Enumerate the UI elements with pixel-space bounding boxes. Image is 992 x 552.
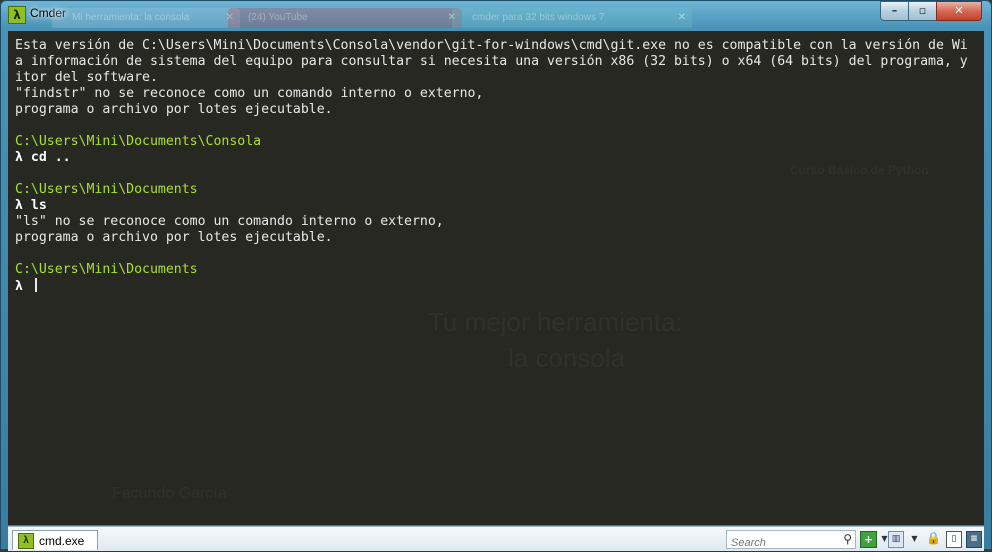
active-prompt[interactable]: λ — [15, 278, 978, 294]
background-browser-tab: cmder para 32 bits windows 7 ✕ — [452, 8, 692, 28]
output-line: itor del software. — [15, 70, 158, 85]
window-controls: – ▫ ✕ — [880, 1, 982, 21]
minimize-button[interactable]: – — [880, 1, 909, 21]
output-line: "ls" no se reconoce como un comando inte… — [15, 214, 444, 229]
console-tab-label: cmd.exe — [39, 534, 85, 548]
title-bar[interactable]: λ Cmder Mi herramienta: la consola ✕ (24)… — [0, 0, 992, 30]
command-line: λ cd .. — [15, 150, 71, 165]
pane-icon[interactable]: ▯ — [946, 531, 962, 548]
console-tab-cmd[interactable]: λ cmd.exe — [12, 530, 98, 550]
search-box: ⚲ — [726, 530, 856, 552]
ghost-subheading: la consola — [508, 343, 625, 374]
output-line: a información de sistema del equipo para… — [15, 54, 968, 69]
close-button[interactable]: ✕ — [936, 1, 982, 21]
maximize-button[interactable]: ▫ — [908, 1, 937, 21]
background-browser-tab: (24) YouTube ✕ — [228, 8, 462, 28]
output-line: programa o archivo por lotes ejecutable. — [15, 230, 333, 245]
new-console-plus-icon[interactable]: + — [860, 531, 877, 548]
background-tab-label: Mi herramienta: la consola — [72, 12, 190, 23]
split-view-icon[interactable]: ▥ — [888, 531, 904, 548]
prompt-path: C:\Users\Mini\Documents\Consola — [15, 134, 262, 149]
ghost-presenter: Facundo García — [112, 485, 227, 503]
lambda-app-icon: λ — [8, 6, 26, 24]
status-bar: λ cmd.exe ⚲ + ▼ ▥ ▼ 🔒 ▯ ≡ — [8, 526, 984, 552]
split-dropdown-icon[interactable]: ▼ — [907, 531, 922, 546]
prompt-path: C:\Users\Mini\Documents — [15, 182, 198, 197]
background-browser-tab: Mi herramienta: la consola ✕ — [52, 8, 240, 28]
ghost-heading: Tu mejor herramienta: — [428, 307, 683, 338]
cmder-window: λ Cmder Mi herramienta: la consola ✕ (24)… — [0, 0, 992, 552]
output-line: Esta versión de C:\Users\Mini\Documents\… — [15, 38, 968, 53]
output-line: "findstr" no se reconoce como un comando… — [15, 86, 484, 101]
background-tab-label: cmder para 32 bits windows 7 — [472, 12, 605, 23]
terminal-output: Esta versión de C:\Users\Mini\Documents\… — [15, 38, 978, 294]
prompt-path: C:\Users\Mini\Documents — [15, 262, 198, 277]
menu-icon[interactable]: ≡ — [966, 531, 982, 548]
lambda-icon: λ — [18, 533, 34, 549]
console-area[interactable]: Tu mejor herramienta: la consola Curso B… — [8, 31, 984, 525]
search-icon[interactable]: ⚲ — [843, 532, 852, 546]
output-line: programa o archivo por lotes ejecutable. — [15, 102, 333, 117]
text-cursor — [34, 278, 37, 292]
background-tab-label: (24) YouTube — [248, 12, 308, 23]
lock-icon[interactable]: 🔒 — [926, 531, 941, 546]
close-icon: ✕ — [677, 12, 686, 23]
prompt-symbol: λ — [15, 279, 31, 294]
command-line: λ ls — [15, 198, 47, 213]
search-input[interactable] — [727, 534, 835, 552]
